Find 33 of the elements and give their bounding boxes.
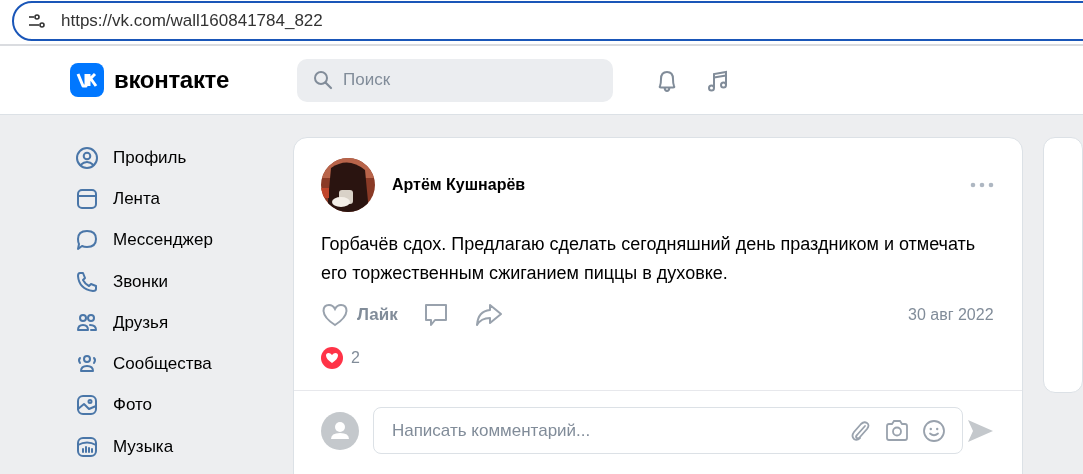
url-text: https://vk.com/wall160841784_822 xyxy=(61,11,323,31)
post-text: Горбачёв сдох. Предлагаю сделать сегодняшний день праздником и отмечать его торжественным сжиганием пиццы в духовке. xyxy=(320,233,977,285)
search-field[interactable]: Поиск xyxy=(341,69,585,91)
brand-name[interactable]: вконтакте xyxy=(114,66,230,94)
author-name[interactable]: Артём Кушнарёв xyxy=(391,176,526,194)
feed-icon xyxy=(75,186,99,211)
sidebar-item[interactable]: Музыка xyxy=(75,426,224,468)
sidebar-item[interactable]: Лента xyxy=(75,178,224,220)
chat-bubble-icon xyxy=(75,228,99,253)
sidebar-item[interactable]: Мессенджер xyxy=(75,219,224,261)
phone-icon xyxy=(75,269,99,294)
sidebar-item[interactable]: Звонки xyxy=(75,260,224,303)
address-bar[interactable]: https://vk.com/wall160841784_822 xyxy=(12,1,1083,41)
sidebar-item[interactable]: Сообщества xyxy=(75,343,224,385)
sidebar-item[interactable]: Профиль xyxy=(75,137,224,179)
logo-icon[interactable] xyxy=(70,63,104,97)
share-icon[interactable] xyxy=(473,302,504,328)
profile-icon xyxy=(75,145,99,170)
comment-box[interactable]: Написать комментарий... xyxy=(372,407,963,454)
sidebar-item[interactable]: Друзья xyxy=(75,302,224,344)
send-icon[interactable] xyxy=(965,417,994,444)
more-options-icon[interactable] xyxy=(969,182,994,188)
sidebar-item[interactable]: Фото xyxy=(75,384,224,427)
heart-reaction-icon xyxy=(320,347,343,369)
smiley-icon[interactable] xyxy=(921,418,946,443)
site-settings-icon[interactable] xyxy=(28,14,46,28)
photo-icon xyxy=(75,393,99,418)
heart-icon xyxy=(320,302,349,328)
search-icon xyxy=(313,70,333,90)
search-bar[interactable]: Поиск xyxy=(297,58,613,102)
user-avatar-icon xyxy=(320,411,359,450)
camera-icon[interactable] xyxy=(883,418,910,443)
music-icon xyxy=(75,434,99,459)
